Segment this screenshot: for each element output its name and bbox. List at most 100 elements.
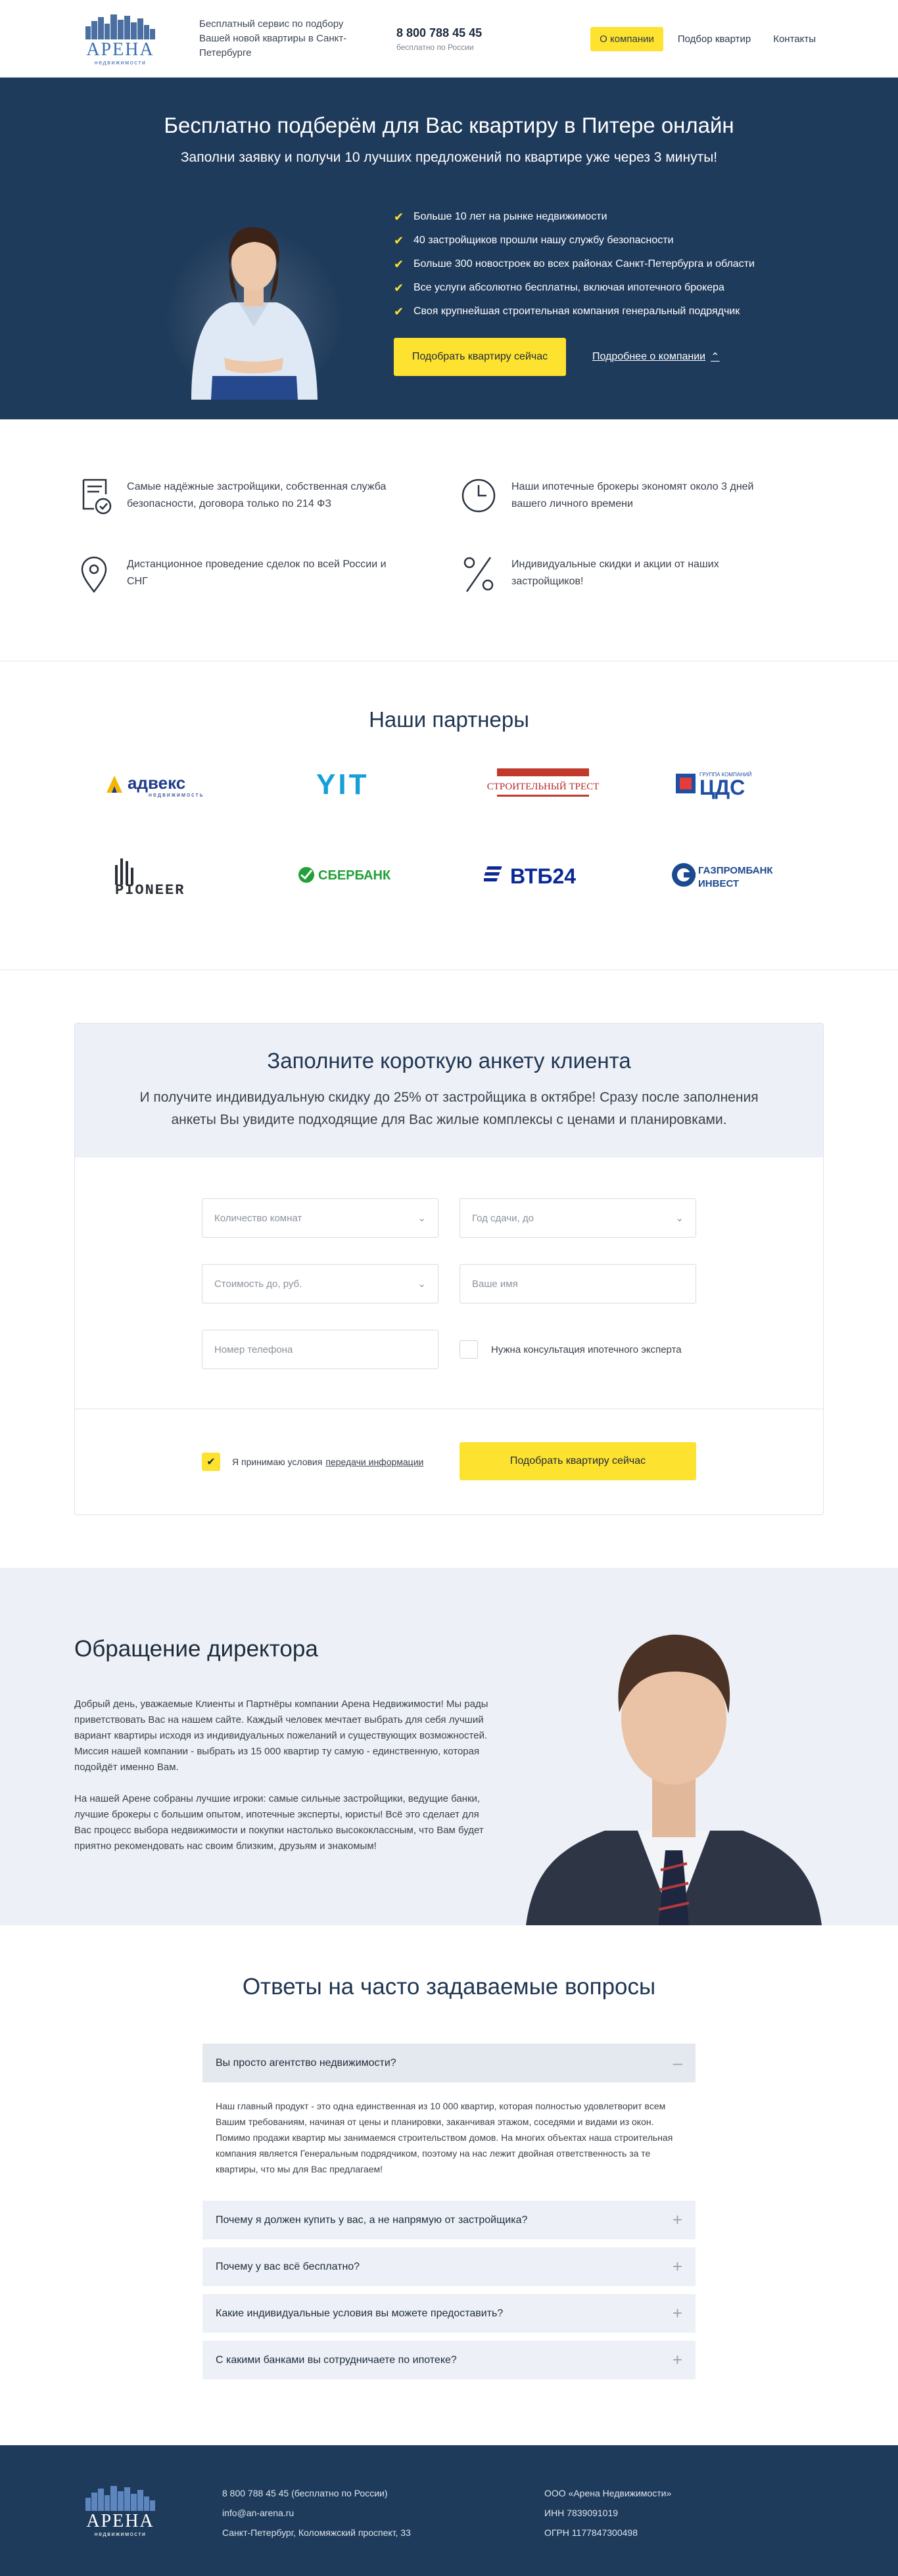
- logo-text: АРЕНА: [86, 39, 154, 60]
- agree-terms-link[interactable]: передачи информации: [325, 1457, 423, 1467]
- about-company-link[interactable]: Подробнее о компании ⌃: [592, 350, 720, 363]
- partner-gazprombank-sub: ИНВЕСТ: [698, 878, 739, 889]
- faq-question-text: Какие индивидуальные условия вы можете п…: [216, 2307, 504, 2319]
- feature-text: Самые надёжные застройщики, собственная …: [127, 481, 387, 509]
- city-skyline-icon: [85, 14, 155, 39]
- faq-section: Ответы на часто задаваемые вопросы Вы пр…: [0, 1925, 898, 2445]
- clock-icon: [461, 479, 496, 513]
- feature-item: Наши ипотечные брокеры экономят около 3 …: [459, 479, 824, 517]
- logo[interactable]: АРЕНА недвижимости: [74, 12, 166, 66]
- name-input[interactable]: Ваше имя: [460, 1264, 696, 1303]
- mortgage-checkbox[interactable]: [460, 1340, 478, 1359]
- check-icon: ✔: [206, 1457, 216, 1468]
- benefit-text: Своя крупнейшая строительная компания ге…: [414, 306, 740, 317]
- faq-item: С какими банками вы сотрудничаете по ипо…: [202, 2341, 696, 2379]
- partner-yit-name: YIT: [316, 768, 369, 801]
- city-skyline-icon: [85, 2486, 155, 2511]
- footer-phone[interactable]: 8 800 788 45 45 (бесплатно по России): [222, 2483, 544, 2503]
- agree-checkbox[interactable]: ✔: [202, 1453, 220, 1471]
- site-footer: АРЕНА недвижимости 8 800 788 45 45 (бесп…: [0, 2445, 898, 2576]
- partners-section: Наши партнеры адвекс недвижимость YIT СТ…: [0, 661, 898, 970]
- hero-lead: Заполни заявку и получи 10 лучших предло…: [180, 150, 718, 165]
- features-section: Самые надёжные застройщики, собственная …: [0, 419, 898, 661]
- director-title: Обращение директора: [74, 1636, 318, 1662]
- faq-item: Вы просто агентство недвижимости? – Наш г…: [202, 2044, 696, 2193]
- partner-logo-vtb24: ВТБ24: [449, 852, 636, 898]
- feature-text: Индивидуальные скидки и акции от наших з…: [511, 559, 719, 587]
- footer-logo-text: АРЕНА: [86, 2511, 154, 2531]
- price-select[interactable]: Стоимость до, руб. ⌄: [202, 1264, 438, 1303]
- feature-text: Дистанционное проведение сделок по всей …: [127, 559, 387, 587]
- faq-question-text: Почему у вас всё бесплатно?: [216, 2260, 360, 2272]
- phone-input[interactable]: Номер телефона: [202, 1330, 438, 1369]
- feature-item: Дистанционное проведение сделок по всей …: [74, 556, 459, 594]
- main-nav: О компании Подбор квартир Контакты: [590, 26, 824, 51]
- partners-title: Наши партнеры: [369, 707, 529, 732]
- about-company-link-text: Подробнее о компании: [592, 351, 706, 362]
- header-phone[interactable]: 8 800 788 45 45: [396, 26, 528, 40]
- price-select-placeholder: Стоимость до, руб.: [214, 1278, 302, 1290]
- partner-logo-cds: ГРУППА КОМПАНИЙ ЦДС: [636, 761, 824, 807]
- consultant-photo: [165, 218, 343, 400]
- faq-question[interactable]: Почему я должен купить у вас, а не напря…: [202, 2201, 696, 2239]
- faq-question[interactable]: С какими банками вы сотрудничаете по ипо…: [202, 2341, 696, 2379]
- questionnaire-section: Заполните короткую анкету клиента И полу…: [0, 970, 898, 1568]
- benefit-text: Больше 300 новостроек во всех районах Са…: [414, 258, 755, 269]
- feature-text: Наши ипотечные брокеры экономят около 3 …: [511, 481, 754, 509]
- partner-logo-trest: СТРОИТЕЛЬНЫЙ ТРЕСТ: [449, 761, 636, 807]
- partner-pioneer-name: PIONEER: [115, 882, 185, 898]
- partner-vtb-name: ВТБ24: [510, 864, 576, 888]
- director-photo: [526, 1634, 822, 1925]
- name-input-placeholder: Ваше имя: [472, 1278, 518, 1290]
- director-paragraph: На нашей Арене собраны лучшие игроки: са…: [74, 1793, 484, 1852]
- agree-text: Я принимаю условия: [232, 1457, 323, 1467]
- header-tagline: Бесплатный сервис по подбору Вашей новой…: [199, 18, 347, 59]
- faq-question[interactable]: Почему у вас всё бесплатно? +: [202, 2247, 696, 2286]
- check-icon: ✔: [394, 304, 404, 318]
- partner-logo-sberbank: СБЕРБАНК: [262, 852, 449, 898]
- footer-legal: ООО «Арена Недвижимости» ИНН 7839091019 …: [544, 2483, 671, 2542]
- chevron-down-icon: ⌄: [675, 1213, 684, 1224]
- director-section: Обращение директора Добрый день, уважаем…: [0, 1568, 898, 1925]
- director-message: Добрый день, уважаемые Клиенты и Партнёр…: [74, 1697, 495, 1854]
- footer-email[interactable]: info@an-arena.ru: [222, 2503, 544, 2523]
- hero-section: Бесплатно подберём для Вас квартиру в Пи…: [0, 78, 898, 419]
- agree-terms-option[interactable]: ✔ Я принимаю условия передачи информации: [202, 1442, 438, 1482]
- nav-about[interactable]: О компании: [590, 26, 663, 51]
- header-phone-block: 8 800 788 45 45 бесплатно по России: [396, 26, 528, 52]
- minus-icon: –: [673, 2053, 682, 2073]
- footer-address: Санкт-Петербург, Коломяжский проспект, 3…: [222, 2527, 411, 2538]
- hero-cta-button[interactable]: Подобрать квартиру сейчас: [394, 338, 566, 376]
- feature-item: Самые надёжные застройщики, собственная …: [74, 479, 459, 517]
- faq-question-text: С какими банками вы сотрудничаете по ипо…: [216, 2354, 457, 2366]
- faq-question[interactable]: Вы просто агентство недвижимости? –: [202, 2044, 696, 2082]
- footer-logo-subtext: недвижимости: [94, 2531, 147, 2537]
- completion-year-select[interactable]: Год сдачи, до ⌄: [460, 1198, 696, 1238]
- partner-gazprombank-name: ГАЗПРОМБАНК: [698, 865, 773, 876]
- logo-subtext: недвижимости: [94, 59, 147, 66]
- nav-apartments[interactable]: Подбор квартир: [670, 27, 759, 51]
- nav-contacts[interactable]: Контакты: [765, 27, 824, 51]
- benefit-item: ✔ Своя крупнейшая строительная компания г…: [394, 300, 755, 323]
- partner-sberbank-name: СБЕРБАНК: [318, 868, 391, 883]
- mortgage-checkbox-label: Нужна консультация ипотечного эксперта: [491, 1344, 682, 1355]
- mortgage-consult-option[interactable]: Нужна консультация ипотечного эксперта: [460, 1330, 696, 1369]
- benefit-item: ✔ Все услуги абсолютно бесплатны, включая…: [394, 276, 755, 300]
- footer-logo[interactable]: АРЕНА недвижимости: [74, 2483, 166, 2542]
- location-pin-icon: [81, 556, 107, 594]
- partner-logo-gazprombank: ГАЗПРОМБАНК ИНВЕСТ: [636, 852, 824, 898]
- shield-doc-icon: [82, 479, 112, 515]
- rooms-select[interactable]: Количество комнат ⌄: [202, 1198, 438, 1238]
- site-header: АРЕНА недвижимости Бесплатный сервис по …: [0, 0, 898, 78]
- faq-title: Ответы на часто задаваемые вопросы: [242, 1974, 656, 2000]
- footer-ogrn: ОГРН 1177847300498: [544, 2527, 638, 2538]
- faq-answer: Наш главный продукт - это одна единствен…: [216, 2101, 673, 2174]
- footer-inn: ИНН 7839091019: [544, 2508, 619, 2518]
- partner-logo-pioneer: PIONEER: [74, 852, 262, 898]
- faq-question[interactable]: Какие индивидуальные условия вы можете п…: [202, 2294, 696, 2333]
- benefit-item: ✔ Больше 10 лет на рынке недвижимости: [394, 205, 755, 229]
- submit-questionnaire-button[interactable]: Подобрать квартиру сейчас: [460, 1442, 696, 1480]
- benefit-text: Все услуги абсолютно бесплатны, включая …: [414, 282, 724, 293]
- completion-year-placeholder: Год сдачи, до: [472, 1212, 534, 1224]
- chevron-down-icon: ⌄: [417, 1278, 426, 1290]
